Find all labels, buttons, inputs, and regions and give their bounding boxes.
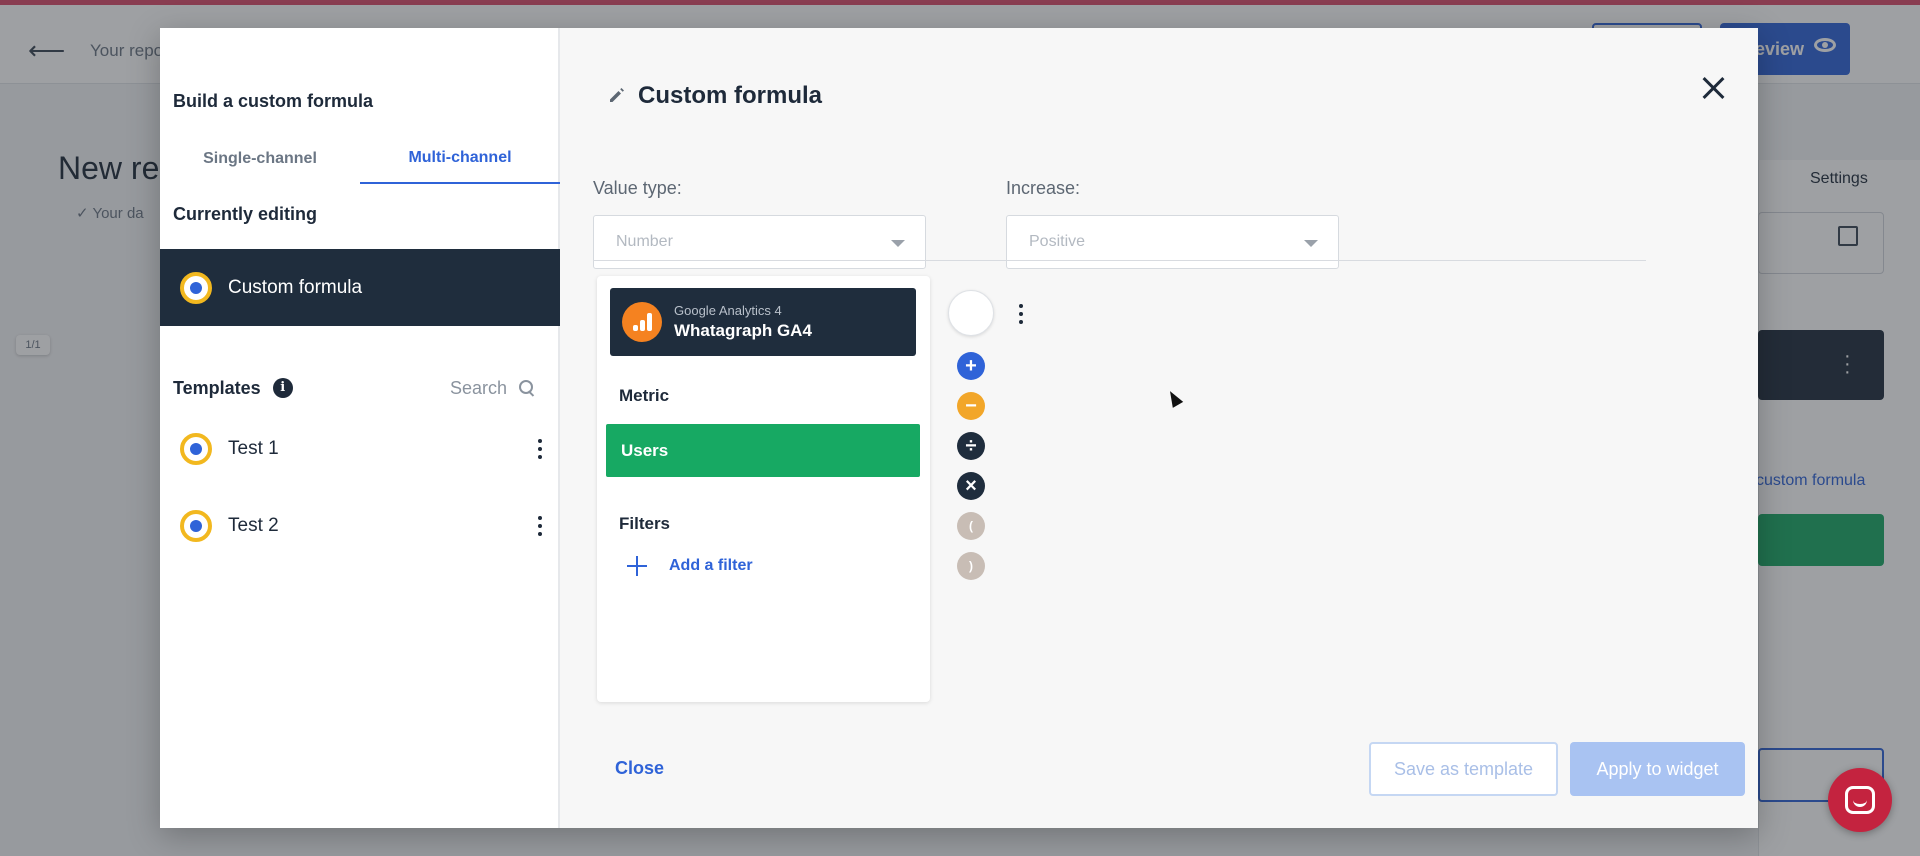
add-filter-label: Add a filter (669, 557, 753, 574)
divide-operator-button[interactable]: ÷ (957, 432, 985, 460)
channel-tabs: Single-channel Multi-channel (160, 134, 560, 184)
data-source-card: Google Analytics 4 Whatagraph GA4 Metric… (597, 276, 930, 702)
add-operator-button[interactable]: + (957, 352, 985, 380)
templates-heading: Templates (173, 377, 261, 398)
currently-editing-heading: Currently editing (173, 204, 318, 224)
subtract-operator-button[interactable]: − (957, 392, 985, 420)
open-paren-operator-button[interactable]: ( (957, 512, 985, 540)
source-header[interactable]: Google Analytics 4 Whatagraph GA4 (610, 288, 916, 356)
close-button[interactable]: Close (615, 758, 664, 779)
templates-header: Templates i Search (173, 374, 553, 402)
plus-icon (627, 556, 647, 576)
chevron-down-icon (1304, 240, 1318, 247)
chat-icon (1845, 786, 1875, 814)
save-as-template-button[interactable]: Save as template (1369, 742, 1558, 796)
divide-icon: ÷ (965, 435, 977, 457)
template-label: Test 2 (228, 515, 279, 536)
chat-launcher-button[interactable] (1828, 768, 1892, 832)
template-label: Test 1 (228, 438, 279, 459)
plus-icon: + (965, 355, 977, 377)
value-type-value: Number (616, 233, 673, 250)
formula-editor: Custom formula Value type: Number Increa… (560, 28, 1758, 828)
current-formula-item[interactable]: Custom formula (160, 249, 560, 326)
add-filter-button[interactable]: Add a filter (627, 556, 753, 576)
close-paren-icon: ) (969, 559, 973, 573)
tab-multi-channel[interactable]: Multi-channel (360, 134, 560, 184)
google-analytics-icon (622, 302, 662, 342)
editor-title: Custom formula (638, 82, 823, 109)
template-menu-icon[interactable] (530, 437, 550, 461)
custom-formula-modal: Build a custom formula Single-channel Mu… (160, 28, 1758, 828)
tab-single-channel[interactable]: Single-channel (160, 134, 360, 184)
formula-ring-icon (180, 271, 212, 304)
template-ring-icon (180, 510, 212, 542)
increase-value: Positive (1029, 233, 1086, 250)
source-text: Google Analytics 4 Whatagraph GA4 (674, 303, 812, 341)
sidebar-title: Build a custom formula (173, 91, 374, 111)
divider (593, 260, 1646, 261)
close-paren-operator-button[interactable]: ) (957, 552, 985, 580)
info-icon[interactable]: i (272, 378, 293, 398)
current-formula-label: Custom formula (228, 276, 363, 298)
metric-chip[interactable]: Users (606, 424, 920, 477)
minus-icon: − (965, 395, 977, 417)
increase-label: Increase: (1006, 178, 1081, 198)
template-item[interactable]: Test 2 (180, 506, 550, 546)
search-icon (519, 380, 535, 396)
apply-to-widget-button[interactable]: Apply to widget (1570, 742, 1745, 796)
search-label: Search (449, 377, 507, 398)
template-menu-icon[interactable] (530, 514, 550, 538)
formula-sidebar: Build a custom formula Single-channel Mu… (160, 28, 560, 828)
chevron-down-icon (891, 240, 905, 247)
formula-slot-menu-icon[interactable] (1011, 302, 1031, 326)
pencil-icon (610, 88, 624, 102)
metric-label: Metric (619, 386, 670, 405)
source-account: Whatagraph GA4 (674, 321, 812, 340)
multiply-icon: × (965, 475, 977, 497)
filters-label: Filters (619, 514, 671, 533)
template-ring-icon (180, 433, 212, 465)
multiply-operator-button[interactable]: × (957, 472, 985, 500)
templates-search[interactable]: Search (450, 378, 553, 399)
source-provider: Google Analytics 4 (674, 303, 782, 318)
open-paren-icon: ( (969, 519, 973, 533)
close-icon[interactable] (1697, 72, 1729, 104)
formula-slot[interactable] (948, 290, 994, 336)
value-type-label: Value type: (593, 178, 682, 198)
template-item[interactable]: Test 1 (180, 429, 550, 469)
